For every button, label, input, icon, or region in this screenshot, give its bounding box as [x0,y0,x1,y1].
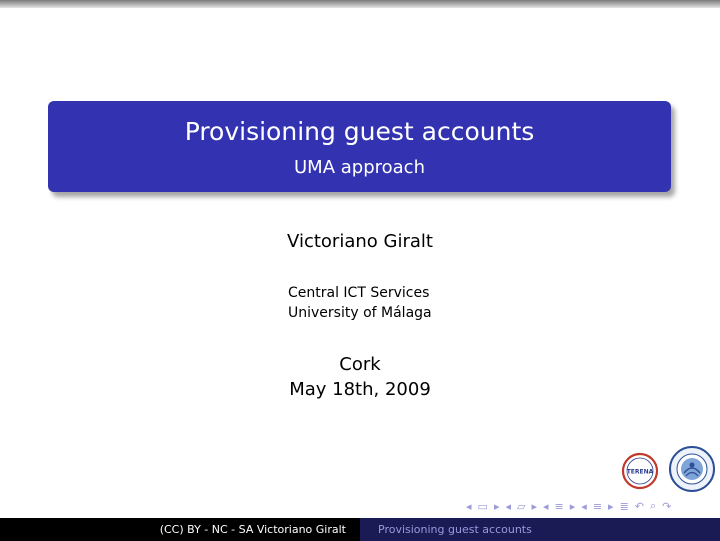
nav-prev-section-icon[interactable]: ◂ [543,500,549,513]
slide-title: Provisioning guest accounts [184,117,535,146]
nav-next-part-icon[interactable]: ▸ [608,500,614,513]
place: Cork [339,354,381,375]
author: Victoriano Giralt [287,231,433,252]
nav-part-icon[interactable]: ≡ [593,500,602,513]
nav-back-icon[interactable]: ↶ [635,500,644,513]
date: May 18th, 2009 [289,379,431,400]
institute: Central ICT Services University of Málag… [288,283,432,323]
nav-prev-frame-icon[interactable]: ◂ [466,500,472,513]
footer: (CC) BY - NC - SA Victoriano Giralt Prov… [0,518,720,541]
beamer-navigation: ◂ ▭ ▸ ◂ ▱ ▸ ◂ ≡ ▸ ◂ ≡ ▸ ≣ ↶ ⌕ ↷ [466,498,716,514]
terena-logo: TERENA [621,452,659,490]
university-seal [669,446,715,492]
nav-next-subsection-icon[interactable]: ▸ [531,500,537,513]
nav-subsection-icon[interactable]: ▱ [517,500,525,513]
terena-logo-text: TERENA [627,469,654,476]
institute-line-1: Central ICT Services [288,285,430,301]
nav-section-icon[interactable]: ≡ [555,500,564,513]
footer-author: (CC) BY - NC - SA Victoriano Giralt [159,523,346,536]
top-bar [0,0,720,8]
nav-search-icon[interactable]: ⌕ [650,499,656,513]
institute-line-2: University of Málaga [288,305,432,321]
footer-title: Provisioning guest accounts [360,518,720,541]
nav-prev-part-icon[interactable]: ◂ [581,500,587,513]
date-block: Cork May 18th, 2009 [0,352,720,402]
nav-frame-icon[interactable]: ▭ [478,500,488,513]
nav-appendix-icon[interactable]: ≣ [620,500,629,513]
title-box: Provisioning guest accounts UMA approach [48,101,671,192]
slide-subtitle: UMA approach [294,157,425,178]
nav-next-frame-icon[interactable]: ▸ [494,500,500,513]
nav-prev-subsection-icon[interactable]: ◂ [505,500,511,513]
nav-next-section-icon[interactable]: ▸ [570,500,576,513]
nav-forward-icon[interactable]: ↷ [662,500,671,513]
